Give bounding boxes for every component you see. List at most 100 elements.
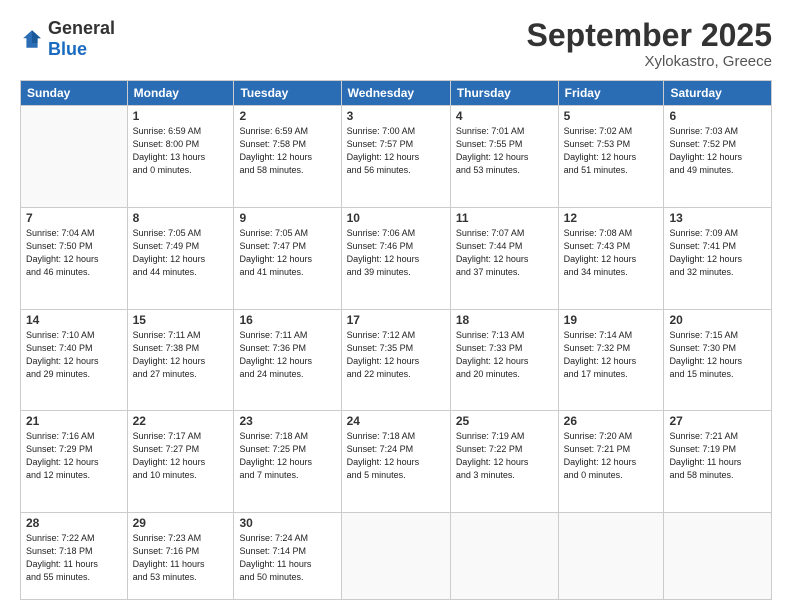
cell-info: Sunrise: 7:16 AM Sunset: 7:29 PM Dayligh… (26, 430, 122, 482)
table-row: 21Sunrise: 7:16 AM Sunset: 7:29 PM Dayli… (21, 411, 128, 513)
day-number: 22 (133, 414, 229, 428)
day-number: 27 (669, 414, 766, 428)
cell-info: Sunrise: 7:00 AM Sunset: 7:57 PM Dayligh… (347, 125, 445, 177)
col-tuesday: Tuesday (234, 81, 341, 106)
table-row: 22 Sunrise: 7:17 AM Sunset: 7:27 PM Dayli… (127, 411, 234, 513)
cell-info: Sunrise: 7:22 AM Sunset: 7:18 PM Dayligh… (26, 532, 122, 584)
cell-info: Sunrise: 7:05 AM Sunset: 7:49 PM Dayligh… (133, 227, 229, 279)
day-number: 19 (564, 313, 659, 327)
cell-info: Sunrise: 7:12 AM Sunset: 7:35 PM Dayligh… (347, 329, 445, 381)
day-number: 14 (26, 313, 122, 327)
day-number: 5 (564, 109, 659, 123)
table-row: 1 Sunrise: 6:59 AM Sunset: 8:00 PM Daylig… (127, 106, 234, 208)
day-number: 29 (133, 516, 229, 530)
cell-info: Sunrise: 7:23 AM Sunset: 7:16 PM Dayligh… (133, 532, 229, 584)
cell-info: Sunrise: 7:17 AM Sunset: 7:27 PM Dayligh… (133, 430, 229, 482)
day-number: 11 (456, 211, 553, 225)
col-sunday: Sunday (21, 81, 128, 106)
day-number: 1 (133, 109, 229, 123)
table-row: 24Sunrise: 7:18 AM Sunset: 7:24 PM Dayli… (341, 411, 450, 513)
cell-info: Sunrise: 6:59 AM Sunset: 7:58 PM Dayligh… (239, 125, 335, 177)
day-number: 8 (133, 211, 229, 225)
cell-info: Sunrise: 7:18 AM Sunset: 7:25 PM Dayligh… (239, 430, 335, 482)
header: General Blue September 2025 Xylokastro, … (20, 18, 772, 70)
cell-info: Sunrise: 7:02 AM Sunset: 7:53 PM Dayligh… (564, 125, 659, 177)
table-row: 19 Sunrise: 7:14 AM Sunset: 7:32 PM Dayli… (558, 309, 664, 411)
table-row: 3 Sunrise: 7:00 AM Sunset: 7:57 PM Daylig… (341, 106, 450, 208)
col-thursday: Thursday (450, 81, 558, 106)
day-number: 24 (347, 414, 445, 428)
logo-icon (20, 27, 44, 51)
cell-info: Sunrise: 7:11 AM Sunset: 7:38 PM Dayligh… (133, 329, 229, 381)
table-row: 4Sunrise: 7:01 AM Sunset: 7:55 PM Daylig… (450, 106, 558, 208)
cell-info: Sunrise: 7:11 AM Sunset: 7:36 PM Dayligh… (239, 329, 335, 381)
table-row: 26 Sunrise: 7:20 AM Sunset: 7:21 PM Dayli… (558, 411, 664, 513)
table-row: 16 Sunrise: 7:11 AM Sunset: 7:36 PM Dayli… (234, 309, 341, 411)
day-number: 15 (133, 313, 229, 327)
logo-general: General (48, 18, 115, 38)
day-number: 28 (26, 516, 122, 530)
table-row: 12 Sunrise: 7:08 AM Sunset: 7:43 PM Dayli… (558, 207, 664, 309)
day-number: 10 (347, 211, 445, 225)
day-number: 23 (239, 414, 335, 428)
table-row: 13Sunrise: 7:09 AM Sunset: 7:41 PM Dayli… (664, 207, 772, 309)
col-wednesday: Wednesday (341, 81, 450, 106)
day-number: 25 (456, 414, 553, 428)
table-row: 20 Sunrise: 7:15 AM Sunset: 7:30 PM Dayli… (664, 309, 772, 411)
day-number: 12 (564, 211, 659, 225)
cell-info: Sunrise: 7:01 AM Sunset: 7:55 PM Dayligh… (456, 125, 553, 177)
table-row: 28 Sunrise: 7:22 AM Sunset: 7:18 PM Dayli… (21, 513, 128, 600)
day-number: 16 (239, 313, 335, 327)
cell-info: Sunrise: 7:15 AM Sunset: 7:30 PM Dayligh… (669, 329, 766, 381)
cell-info: Sunrise: 7:05 AM Sunset: 7:47 PM Dayligh… (239, 227, 335, 279)
day-number: 2 (239, 109, 335, 123)
table-row: 30 Sunrise: 7:24 AM Sunset: 7:14 PM Dayli… (234, 513, 341, 600)
logo: General Blue (20, 18, 115, 60)
cell-info: Sunrise: 7:21 AM Sunset: 7:19 PM Dayligh… (669, 430, 766, 482)
table-row: 14 Sunrise: 7:10 AM Sunset: 7:40 PM Dayli… (21, 309, 128, 411)
table-row: 25Sunrise: 7:19 AM Sunset: 7:22 PM Dayli… (450, 411, 558, 513)
title-block: September 2025 Xylokastro, Greece (527, 18, 772, 70)
day-number: 6 (669, 109, 766, 123)
table-row (450, 513, 558, 600)
table-row: 6 Sunrise: 7:03 AM Sunset: 7:52 PM Daylig… (664, 106, 772, 208)
day-number: 20 (669, 313, 766, 327)
cell-info: Sunrise: 7:10 AM Sunset: 7:40 PM Dayligh… (26, 329, 122, 381)
table-row: 18 Sunrise: 7:13 AM Sunset: 7:33 PM Dayli… (450, 309, 558, 411)
cell-info: Sunrise: 7:20 AM Sunset: 7:21 PM Dayligh… (564, 430, 659, 482)
cell-info: Sunrise: 6:59 AM Sunset: 8:00 PM Dayligh… (133, 125, 229, 177)
day-number: 9 (239, 211, 335, 225)
cell-info: Sunrise: 7:06 AM Sunset: 7:46 PM Dayligh… (347, 227, 445, 279)
table-row: 29 Sunrise: 7:23 AM Sunset: 7:16 PM Dayli… (127, 513, 234, 600)
table-row: 10 Sunrise: 7:06 AM Sunset: 7:46 PM Dayli… (341, 207, 450, 309)
header-row: Sunday Monday Tuesday Wednesday Thursday… (21, 81, 772, 106)
day-number: 26 (564, 414, 659, 428)
table-row: 2 Sunrise: 6:59 AM Sunset: 7:58 PM Daylig… (234, 106, 341, 208)
calendar-table: Sunday Monday Tuesday Wednesday Thursday… (20, 80, 772, 600)
day-number: 18 (456, 313, 553, 327)
cell-info: Sunrise: 7:07 AM Sunset: 7:44 PM Dayligh… (456, 227, 553, 279)
day-number: 3 (347, 109, 445, 123)
cell-info: Sunrise: 7:08 AM Sunset: 7:43 PM Dayligh… (564, 227, 659, 279)
cell-info: Sunrise: 7:04 AM Sunset: 7:50 PM Dayligh… (26, 227, 122, 279)
cell-info: Sunrise: 7:03 AM Sunset: 7:52 PM Dayligh… (669, 125, 766, 177)
col-saturday: Saturday (664, 81, 772, 106)
page: General Blue September 2025 Xylokastro, … (0, 0, 792, 612)
table-row (558, 513, 664, 600)
logo-blue: Blue (48, 39, 87, 59)
table-row: 5 Sunrise: 7:02 AM Sunset: 7:53 PM Daylig… (558, 106, 664, 208)
table-row: 17Sunrise: 7:12 AM Sunset: 7:35 PM Dayli… (341, 309, 450, 411)
col-monday: Monday (127, 81, 234, 106)
table-row (664, 513, 772, 600)
table-row (341, 513, 450, 600)
day-number: 7 (26, 211, 122, 225)
day-number: 30 (239, 516, 335, 530)
cell-info: Sunrise: 7:14 AM Sunset: 7:32 PM Dayligh… (564, 329, 659, 381)
table-row: 9 Sunrise: 7:05 AM Sunset: 7:47 PM Daylig… (234, 207, 341, 309)
month-title: September 2025 (527, 18, 772, 53)
col-friday: Friday (558, 81, 664, 106)
cell-info: Sunrise: 7:13 AM Sunset: 7:33 PM Dayligh… (456, 329, 553, 381)
table-row: 23 Sunrise: 7:18 AM Sunset: 7:25 PM Dayli… (234, 411, 341, 513)
table-row (21, 106, 128, 208)
cell-info: Sunrise: 7:24 AM Sunset: 7:14 PM Dayligh… (239, 532, 335, 584)
